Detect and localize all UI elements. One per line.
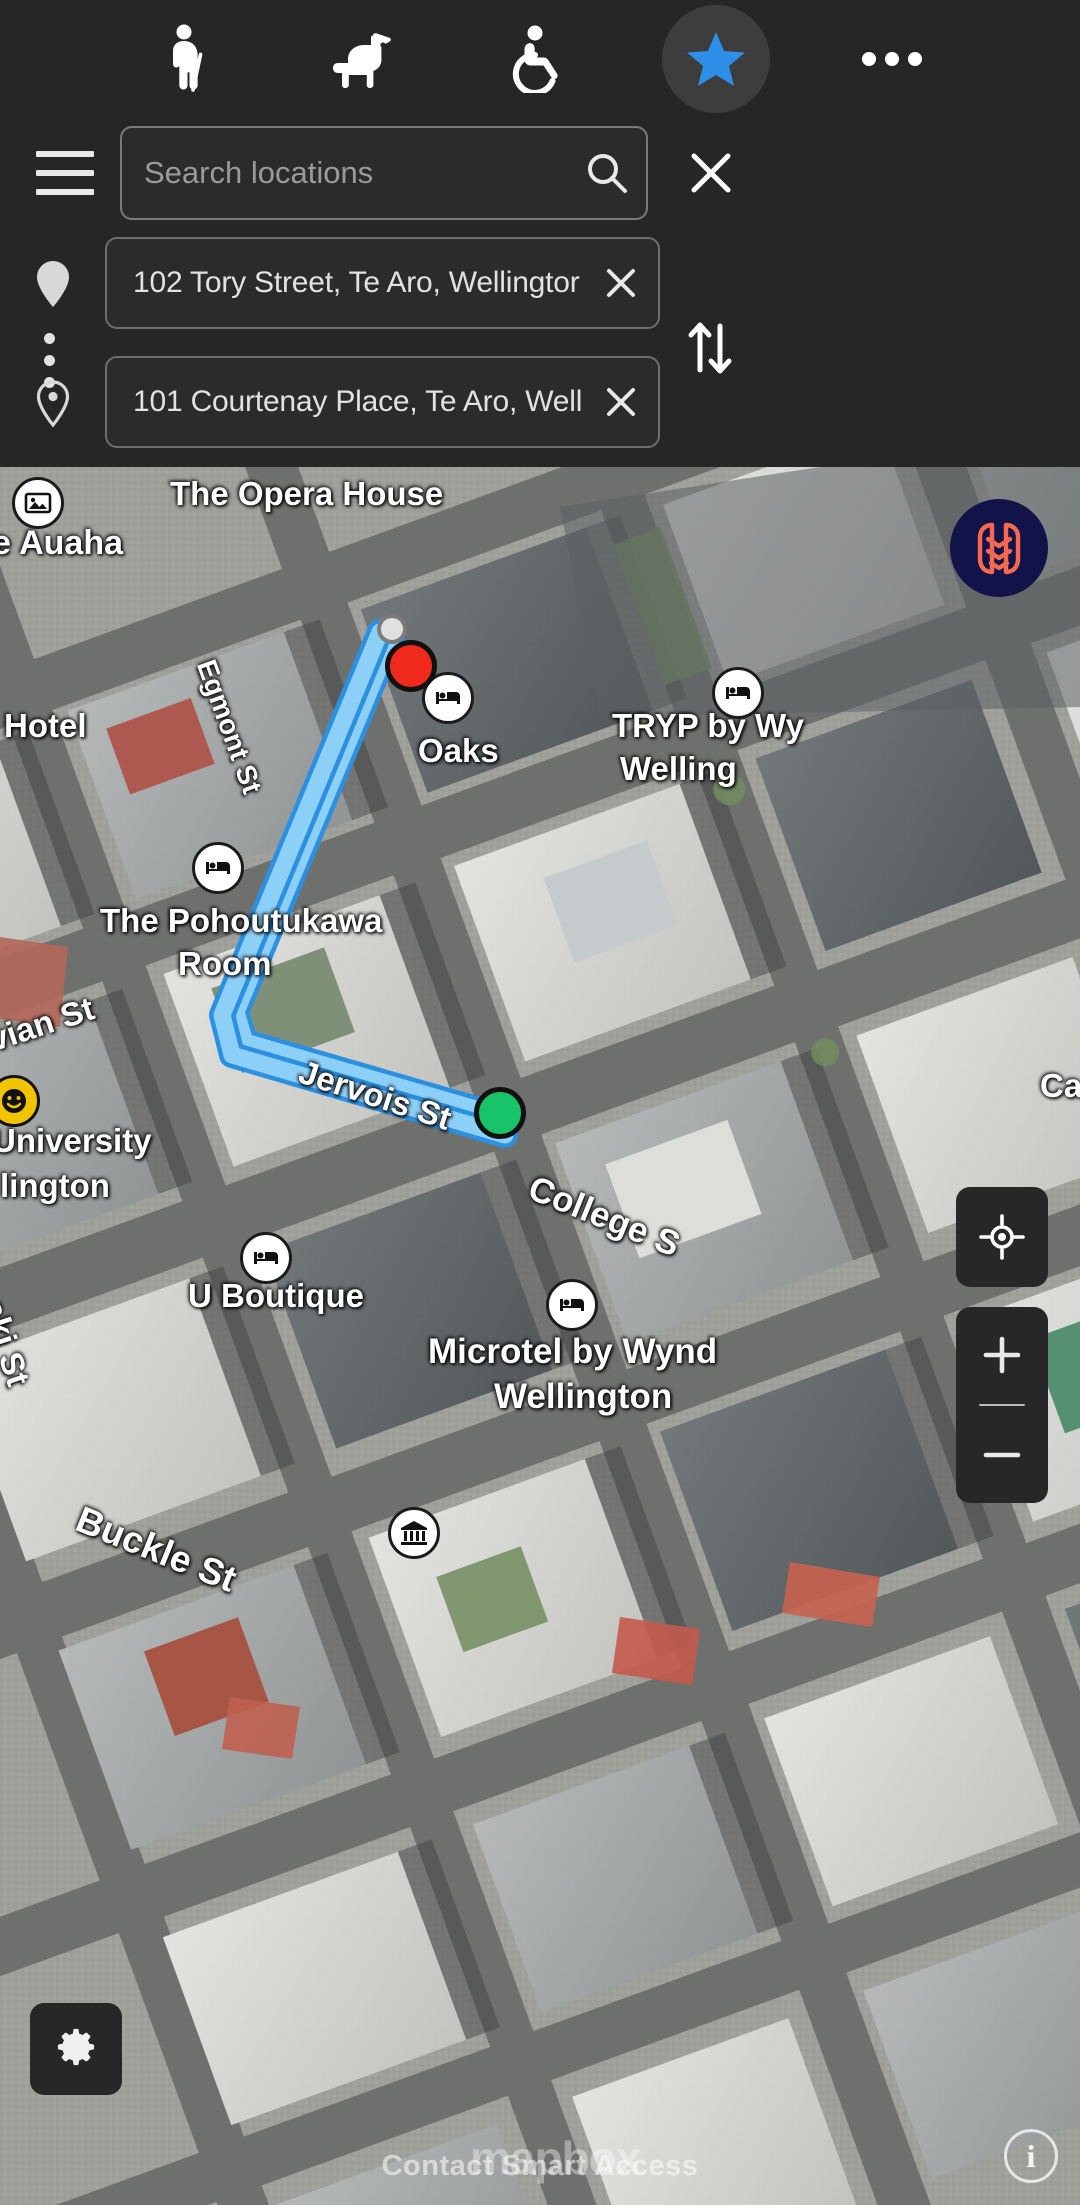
gear-icon: [54, 2025, 98, 2074]
mode-blind-pedestrian[interactable]: [134, 5, 242, 113]
bed-icon[interactable]: [546, 1279, 598, 1331]
more-icon: [861, 51, 923, 67]
search-row: [0, 118, 1080, 228]
zoom-in-button[interactable]: [956, 1307, 1048, 1404]
search-icon[interactable]: [568, 128, 646, 218]
bed-icon[interactable]: [240, 1232, 292, 1284]
origin-marker[interactable]: [474, 1087, 526, 1139]
blind-pedestrian-icon: [160, 24, 216, 94]
star-icon: [686, 30, 746, 88]
search-box[interactable]: [120, 126, 648, 220]
destination-text: 101 Courtenay Place, Te Aro, Welli: [133, 385, 584, 418]
app-root: 102 Tory Street, Te Aro, Wellingtor: [0, 0, 1080, 2205]
crosshair-icon: [956, 1189, 1048, 1286]
map-view[interactable]: The Opera House e Auaha Hotel Egmont St TRYP…: [0, 467, 1080, 2205]
smart-access-logo[interactable]: [950, 499, 1048, 597]
map-pin-filled-icon: [36, 260, 70, 313]
wheelchair-icon: [509, 25, 571, 93]
zoom-controls: [956, 1307, 1048, 1503]
search-input[interactable]: [122, 128, 568, 218]
settings-button[interactable]: [30, 2003, 122, 2095]
swap-vertical-icon[interactable]: [680, 315, 740, 381]
guide-dog-icon: [331, 30, 397, 88]
gallery-icon[interactable]: [12, 477, 64, 529]
route-waypoint: [377, 614, 407, 644]
clear-destination-icon[interactable]: [584, 358, 658, 446]
mode-favourites[interactable]: [662, 5, 770, 113]
origin-text: 102 Tory Street, Te Aro, Wellingtor: [133, 266, 580, 299]
top-panel: 102 Tory Street, Te Aro, Wellingtor: [0, 0, 1080, 467]
hamburger-menu-icon[interactable]: [36, 151, 94, 195]
locate-me-button[interactable]: [956, 1187, 1048, 1287]
museum-icon[interactable]: [388, 1507, 440, 1559]
zoom-out-button[interactable]: [956, 1406, 1048, 1503]
bed-icon[interactable]: [712, 667, 764, 719]
mode-wheelchair[interactable]: [486, 5, 594, 113]
destination-field[interactable]: 101 Courtenay Place, Te Aro, Welli: [105, 356, 660, 448]
route-polyline: [209, 619, 523, 1148]
mode-guide-dog[interactable]: [310, 5, 418, 113]
map-pin-outline-icon: [36, 380, 70, 433]
destination-marker[interactable]: [385, 640, 437, 692]
route-planner: 102 Tory Street, Te Aro, Wellingtor 101 …: [0, 228, 1080, 467]
map-info-button[interactable]: i: [1004, 2129, 1058, 2183]
travel-mode-toolbar: [0, 0, 1080, 118]
bed-icon[interactable]: [192, 842, 244, 894]
clear-origin-icon[interactable]: [584, 239, 658, 327]
mode-more-options[interactable]: [838, 5, 946, 113]
origin-field[interactable]: 102 Tory Street, Te Aro, Wellingtor: [105, 237, 660, 329]
close-search-icon[interactable]: [680, 142, 742, 204]
